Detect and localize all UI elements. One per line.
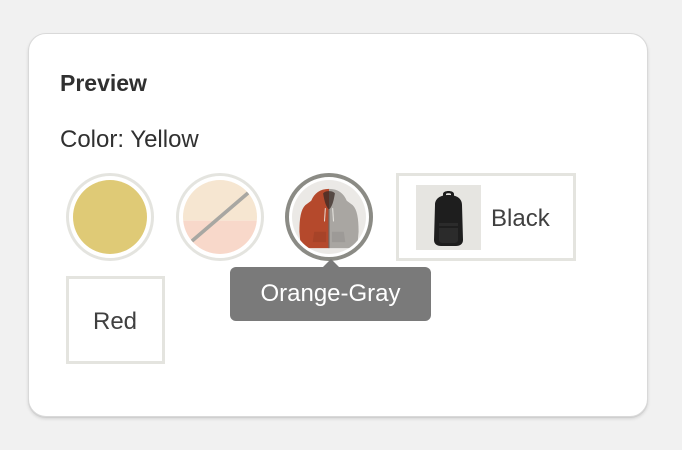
tile-red[interactable]: Red xyxy=(66,276,165,364)
color-prefix: Color: xyxy=(60,126,125,153)
selected-color-line: Color: Yellow xyxy=(60,126,199,154)
peach-swatch-fill xyxy=(183,180,257,254)
backpack-image xyxy=(416,185,481,250)
swatch-peach[interactable] xyxy=(176,173,264,261)
tile-red-label: Red xyxy=(93,308,138,335)
preview-card: Preview Color: Yellow Black Red xyxy=(28,33,648,417)
card-title: Preview xyxy=(60,70,147,96)
selected-color-value: Yellow xyxy=(130,126,199,153)
hoodie-image xyxy=(292,180,366,254)
swatch-tooltip: Orange-Gray xyxy=(230,267,431,321)
swatch-orange-gray[interactable] xyxy=(285,173,373,261)
swatch-yellow[interactable] xyxy=(66,173,154,261)
yellow-swatch-fill xyxy=(73,180,147,254)
tile-black-label: Black xyxy=(491,205,550,232)
tile-black[interactable]: Black xyxy=(396,173,576,261)
